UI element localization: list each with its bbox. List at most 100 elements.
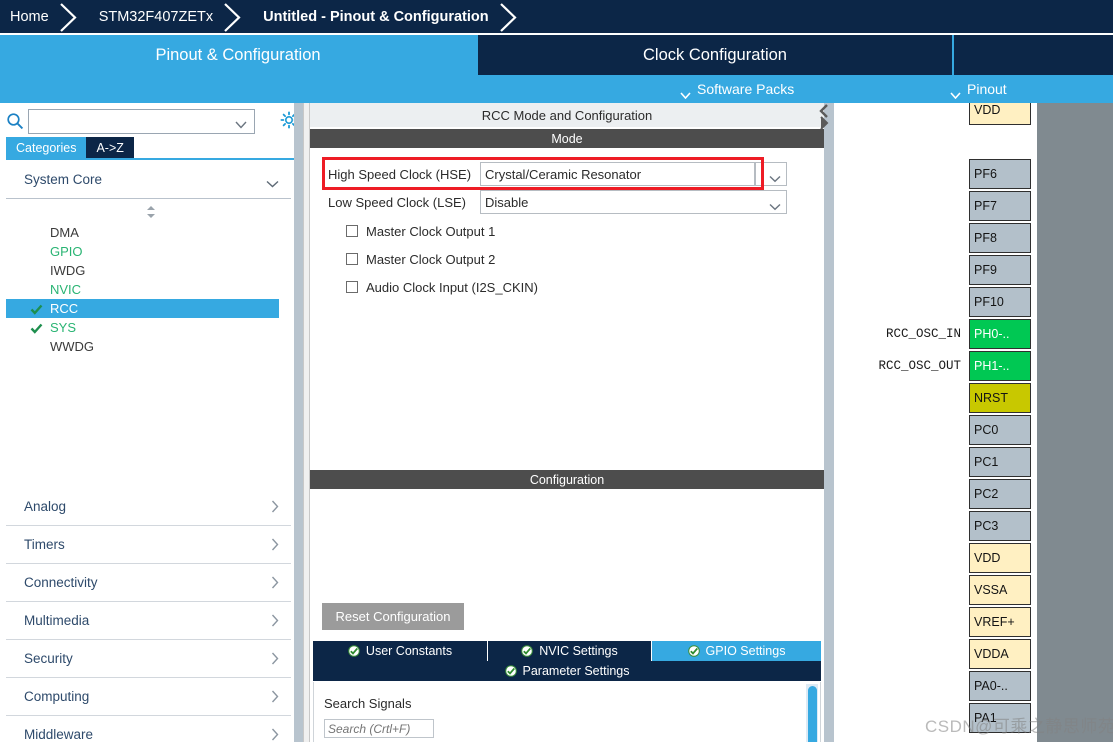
category-system-core[interactable]: System Core	[6, 161, 291, 199]
pin-pf9[interactable]: PF9	[969, 255, 1031, 285]
peripheral-list: DMA GPIO IWDG NVIC RCC SYS WWDG	[6, 223, 291, 356]
category-connectivity[interactable]: Connectivity	[6, 564, 291, 602]
category-timers[interactable]: Timers	[6, 526, 291, 564]
sidebar-view-tabs: Categories A->Z	[6, 137, 134, 158]
peripherals-sidebar: Categories A->Z System Core DMA GPIO IWD…	[0, 103, 303, 742]
chevron-right-icon	[271, 538, 279, 551]
pin-pf8[interactable]: PF8	[969, 223, 1031, 253]
check-circle-icon	[521, 645, 534, 657]
pin-vdd-2[interactable]: VDD	[969, 543, 1031, 573]
pin-pf6[interactable]: PF6	[969, 159, 1031, 189]
peripheral-item-iwdg[interactable]: IWDG	[6, 261, 291, 280]
pin-pc2[interactable]: PC2	[969, 479, 1031, 509]
checkbox-label: Master Clock Output 1	[366, 223, 496, 239]
breadcrumb-item-home[interactable]: Home	[0, 0, 57, 35]
pin-vdd[interactable]: VDD	[969, 103, 1031, 125]
tab-gpio-settings[interactable]: GPIO Settings	[652, 641, 821, 661]
chip-pinout-view[interactable]: VDD PF6 PF7 PF8 PF9 PF10 PH0-.. PH1-.. N…	[834, 103, 1113, 742]
search-icon	[6, 112, 24, 130]
software-packs-menu[interactable]: Software Packs	[680, 75, 794, 103]
checkbox-icon	[346, 253, 358, 265]
chevron-down-icon[interactable]	[235, 116, 247, 129]
center-panel-scrollbar[interactable]	[824, 103, 834, 742]
checkbox-label: Master Clock Output 2	[366, 251, 496, 267]
pin-pf7[interactable]: PF7	[969, 191, 1031, 221]
tab-user-constants[interactable]: User Constants	[313, 641, 488, 661]
chevron-right-icon	[271, 652, 279, 665]
sidebar-tabs-underline	[6, 158, 296, 160]
category-multimedia[interactable]: Multimedia	[6, 602, 291, 640]
signal-search-input[interactable]	[324, 719, 434, 738]
chevron-down-icon	[769, 199, 781, 211]
category-label: Multimedia	[24, 613, 90, 628]
check-circle-icon	[687, 645, 700, 657]
gpio-table-scrollbar[interactable]	[806, 684, 818, 742]
pin-vdda[interactable]: VDDA	[969, 639, 1031, 669]
pin-ph1-osc-out[interactable]: PH1-..	[969, 351, 1031, 381]
pin-pa1[interactable]: PA1	[969, 703, 1031, 733]
pin-nrst[interactable]: NRST	[969, 383, 1031, 413]
checkmark-icon	[30, 302, 43, 315]
checkbox-master-clock-output-1[interactable]: Master Clock Output 1	[346, 221, 495, 241]
pin-pc0[interactable]: PC0	[969, 415, 1031, 445]
peripheral-label: SYS	[50, 320, 77, 335]
category-label: Computing	[24, 689, 90, 704]
pin-pf10[interactable]: PF10	[969, 287, 1031, 317]
hse-select-arrow[interactable]	[755, 162, 787, 186]
category-analog[interactable]: Analog	[6, 488, 291, 526]
peripheral-item-sys[interactable]: SYS	[6, 318, 291, 337]
checkbox-audio-clock-input[interactable]: Audio Clock Input (I2S_CKIN)	[346, 277, 538, 297]
check-circle-icon	[348, 645, 360, 657]
pin-pc3[interactable]: PC3	[969, 511, 1031, 541]
configuration-section-body: Reset Configuration User Constants NVIC …	[310, 596, 824, 742]
pin-ph0-osc-in[interactable]: PH0-..	[969, 319, 1031, 349]
tab-pinout-configuration[interactable]: Pinout & Configuration	[0, 35, 476, 75]
sidebar-scrollbar[interactable]	[294, 103, 303, 742]
pinout-menu[interactable]: Pinout	[950, 75, 1007, 103]
chevron-down-icon	[950, 86, 961, 99]
secondary-toolbar: Software Packs Pinout	[0, 75, 1113, 103]
rcc-configuration-panel: RCC Mode and Configuration Mode High Spe…	[310, 103, 824, 742]
peripheral-item-rcc[interactable]: RCC	[6, 299, 279, 318]
category-list-top: System Core	[6, 161, 291, 199]
tab-parameter-settings[interactable]: Parameter Settings	[313, 661, 821, 681]
chevron-right-icon	[271, 500, 279, 513]
tab-clock-configuration[interactable]: Clock Configuration	[478, 35, 952, 75]
tab-extra[interactable]	[954, 35, 1113, 75]
peripheral-item-gpio[interactable]: GPIO	[6, 242, 291, 261]
mode-section-body: High Speed Clock (HSE) Crystal/Ceramic R…	[310, 155, 824, 463]
pinout-menu-label: Pinout	[967, 81, 1007, 97]
reset-configuration-button[interactable]: Reset Configuration	[322, 603, 464, 630]
tab-categories[interactable]: Categories	[6, 137, 87, 158]
category-label: Timers	[24, 537, 65, 552]
scrollbar-thumb[interactable]	[808, 686, 817, 742]
checkbox-master-clock-output-2[interactable]: Master Clock Output 2	[346, 249, 495, 269]
lse-select[interactable]: Disable	[480, 190, 787, 214]
peripheral-item-nvic[interactable]: NVIC	[6, 280, 291, 299]
tab-label: User Constants	[365, 644, 453, 658]
category-label: Connectivity	[24, 575, 98, 590]
pin-pc1[interactable]: PC1	[969, 447, 1031, 477]
category-middleware[interactable]: Middleware	[6, 716, 291, 742]
category-security[interactable]: Security	[6, 640, 291, 678]
pin-vssa[interactable]: VSSA	[969, 575, 1031, 605]
mode-section-header: Mode	[310, 129, 824, 148]
scroll-up-down-handle-icon[interactable]	[144, 205, 158, 219]
peripheral-item-dma[interactable]: DMA	[6, 223, 291, 242]
category-system-core-label: System Core	[24, 172, 103, 187]
hse-select[interactable]: Crystal/Ceramic Resonator	[480, 162, 755, 186]
breadcrumb-item-mcu[interactable]: STM32F407ZETx	[85, 0, 221, 35]
category-computing[interactable]: Computing	[6, 678, 291, 716]
peripheral-item-wwdg[interactable]: WWDG	[6, 337, 291, 356]
search-input[interactable]	[28, 109, 255, 134]
tab-a-to-z[interactable]: A->Z	[86, 137, 134, 158]
pin-pa0[interactable]: PA0-..	[969, 671, 1031, 701]
chevron-right-icon	[271, 614, 279, 627]
tab-nvic-settings[interactable]: NVIC Settings	[488, 641, 652, 661]
panel-collapse-arrows-icon[interactable]	[818, 104, 830, 134]
sidebar-splitter[interactable]	[303, 103, 310, 742]
breadcrumb-item-project[interactable]: Untitled - Pinout & Configuration	[249, 0, 497, 35]
pin-vref-plus[interactable]: VREF+	[969, 607, 1031, 637]
checkbox-label: Audio Clock Input (I2S_CKIN)	[366, 279, 538, 295]
checkbox-icon	[346, 281, 358, 293]
